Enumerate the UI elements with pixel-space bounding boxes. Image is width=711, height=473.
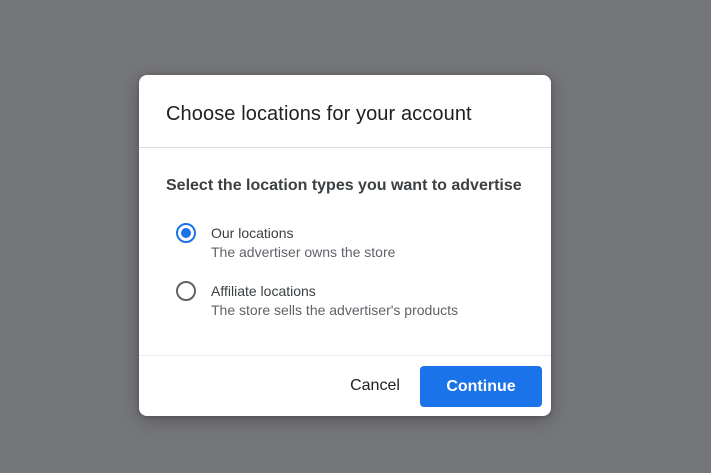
- continue-button[interactable]: Continue: [420, 366, 542, 407]
- radio-affiliate-locations[interactable]: [176, 281, 196, 301]
- option-label: Affiliate locations: [211, 283, 316, 299]
- option-description: The advertiser owns the store: [211, 244, 396, 260]
- radio-our-locations[interactable]: [176, 223, 196, 243]
- dialog-title: Choose locations for your account: [166, 103, 472, 125]
- cancel-button[interactable]: Cancel: [337, 366, 413, 406]
- section-heading: Select the location types you want to ad…: [166, 177, 522, 194]
- footer-divider: [139, 355, 551, 356]
- option-description: The store sells the advertiser's product…: [211, 302, 459, 318]
- header-divider: [139, 147, 551, 148]
- radio-selected-dot-icon: [181, 228, 191, 238]
- option-label: Our locations: [211, 225, 294, 241]
- option-affiliate-locations[interactable]: Affiliate locations The store sells the …: [176, 279, 516, 323]
- option-our-locations[interactable]: Our locations The advertiser owns the st…: [176, 221, 516, 265]
- location-type-dialog: Choose locations for your account Select…: [139, 75, 551, 416]
